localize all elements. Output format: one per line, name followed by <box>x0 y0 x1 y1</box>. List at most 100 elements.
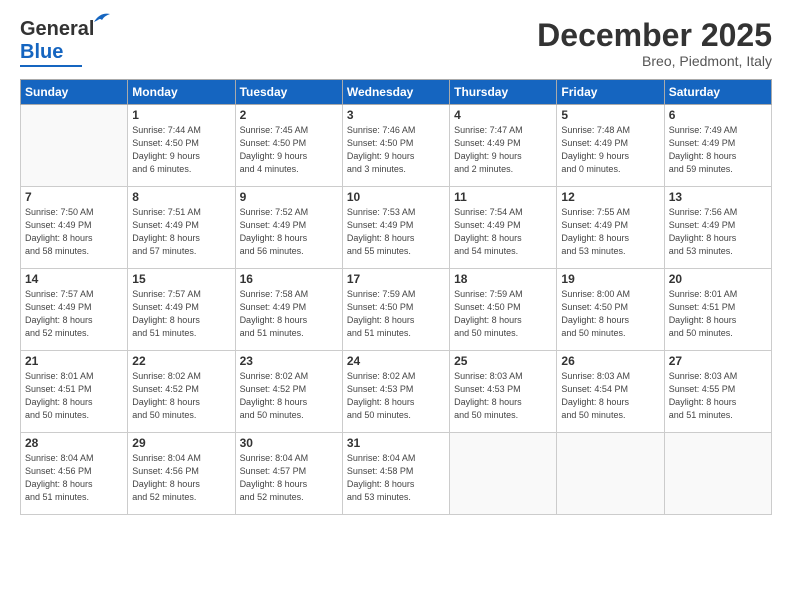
table-row: 20 Sunrise: 8:01 AMSunset: 4:51 PMDayligh… <box>664 269 771 351</box>
table-row: 31 Sunrise: 8:04 AMSunset: 4:58 PMDayligh… <box>342 433 449 515</box>
day-detail: Sunrise: 8:02 AMSunset: 4:52 PMDaylight:… <box>240 370 338 422</box>
day-detail: Sunrise: 8:02 AMSunset: 4:52 PMDaylight:… <box>132 370 230 422</box>
table-row: 12Sunrise: 7:55 AMSunset: 4:49 PMDayligh… <box>557 187 664 269</box>
col-sunday: Sunday <box>21 80 128 105</box>
table-row: 4 Sunrise: 7:47 AMSunset: 4:49 PMDaylight… <box>450 105 557 187</box>
table-row: 30 Sunrise: 8:04 AMSunset: 4:57 PMDayligh… <box>235 433 342 515</box>
day-number: 4 <box>454 108 552 122</box>
logo-blue-text: Blue <box>20 41 63 64</box>
table-row: 21Sunrise: 8:01 AMSunset: 4:51 PMDayligh… <box>21 351 128 433</box>
table-row: 17Sunrise: 7:59 AMSunset: 4:50 PMDayligh… <box>342 269 449 351</box>
day-number: 26 <box>561 354 659 368</box>
table-row: 28Sunrise: 8:04 AMSunset: 4:56 PMDayligh… <box>21 433 128 515</box>
table-row: 3 Sunrise: 7:46 AMSunset: 4:50 PMDaylight… <box>342 105 449 187</box>
calendar-header-row: Sunday Monday Tuesday Wednesday Thursday… <box>21 80 772 105</box>
table-row: 24Sunrise: 8:02 AMSunset: 4:53 PMDayligh… <box>342 351 449 433</box>
day-detail: Sunrise: 7:53 AMSunset: 4:49 PMDaylight:… <box>347 206 445 258</box>
calendar-week-row: 28Sunrise: 8:04 AMSunset: 4:56 PMDayligh… <box>21 433 772 515</box>
table-row <box>450 433 557 515</box>
day-detail: Sunrise: 7:54 AMSunset: 4:49 PMDaylight:… <box>454 206 552 258</box>
day-number: 5 <box>561 108 659 122</box>
day-detail: Sunrise: 7:55 AMSunset: 4:49 PMDaylight:… <box>561 206 659 258</box>
table-row: 19Sunrise: 8:00 AMSunset: 4:50 PMDayligh… <box>557 269 664 351</box>
day-detail: Sunrise: 7:58 AMSunset: 4:49 PMDaylight:… <box>240 288 338 340</box>
title-block: December 2025 Breo, Piedmont, Italy <box>537 18 772 69</box>
day-number: 31 <box>347 436 445 450</box>
table-row: 1 Sunrise: 7:44 AMSunset: 4:50 PMDaylight… <box>128 105 235 187</box>
day-number: 28 <box>25 436 123 450</box>
table-row: 6 Sunrise: 7:49 AMSunset: 4:49 PMDaylight… <box>664 105 771 187</box>
day-number: 9 <box>240 190 338 204</box>
table-row: 26 Sunrise: 8:03 AMSunset: 4:54 PMDayligh… <box>557 351 664 433</box>
logo: General Blue <box>20 18 94 67</box>
table-row: 8 Sunrise: 7:51 AMSunset: 4:49 PMDaylight… <box>128 187 235 269</box>
day-detail: Sunrise: 7:45 AMSunset: 4:50 PMDaylight:… <box>240 124 338 176</box>
day-detail: Sunrise: 8:03 AMSunset: 4:54 PMDaylight:… <box>561 370 659 422</box>
day-number: 18 <box>454 272 552 286</box>
day-detail: Sunrise: 7:46 AMSunset: 4:50 PMDaylight:… <box>347 124 445 176</box>
logo-underline <box>20 65 82 67</box>
day-number: 10 <box>347 190 445 204</box>
day-detail: Sunrise: 7:47 AMSunset: 4:49 PMDaylight:… <box>454 124 552 176</box>
location-subtitle: Breo, Piedmont, Italy <box>537 53 772 69</box>
day-number: 14 <box>25 272 123 286</box>
day-number: 6 <box>669 108 767 122</box>
day-number: 17 <box>347 272 445 286</box>
day-detail: Sunrise: 7:48 AMSunset: 4:49 PMDaylight:… <box>561 124 659 176</box>
day-number: 29 <box>132 436 230 450</box>
calendar-week-row: 14 Sunrise: 7:57 AMSunset: 4:49 PMDayligh… <box>21 269 772 351</box>
day-detail: Sunrise: 8:04 AMSunset: 4:58 PMDaylight:… <box>347 452 445 504</box>
table-row: 23 Sunrise: 8:02 AMSunset: 4:52 PMDayligh… <box>235 351 342 433</box>
day-number: 8 <box>132 190 230 204</box>
day-number: 25 <box>454 354 552 368</box>
table-row: 2 Sunrise: 7:45 AMSunset: 4:50 PMDaylight… <box>235 105 342 187</box>
table-row: 10 Sunrise: 7:53 AMSunset: 4:49 PMDayligh… <box>342 187 449 269</box>
day-detail: Sunrise: 7:59 AMSunset: 4:50 PMDaylight:… <box>454 288 552 340</box>
day-detail: Sunrise: 7:52 AMSunset: 4:49 PMDaylight:… <box>240 206 338 258</box>
day-detail: Sunrise: 7:57 AMSunset: 4:49 PMDaylight:… <box>25 288 123 340</box>
day-number: 19 <box>561 272 659 286</box>
table-row: 15Sunrise: 7:57 AMSunset: 4:49 PMDayligh… <box>128 269 235 351</box>
table-row: 7 Sunrise: 7:50 AMSunset: 4:49 PMDaylight… <box>21 187 128 269</box>
table-row: 18 Sunrise: 7:59 AMSunset: 4:50 PMDayligh… <box>450 269 557 351</box>
day-number: 16 <box>240 272 338 286</box>
table-row: 13 Sunrise: 7:56 AMSunset: 4:49 PMDayligh… <box>664 187 771 269</box>
col-tuesday: Tuesday <box>235 80 342 105</box>
month-title: December 2025 <box>537 18 772 53</box>
table-row <box>664 433 771 515</box>
day-number: 7 <box>25 190 123 204</box>
day-detail: Sunrise: 7:50 AMSunset: 4:49 PMDaylight:… <box>25 206 123 258</box>
day-number: 30 <box>240 436 338 450</box>
day-detail: Sunrise: 7:49 AMSunset: 4:49 PMDaylight:… <box>669 124 767 176</box>
day-number: 27 <box>669 354 767 368</box>
day-number: 20 <box>669 272 767 286</box>
day-number: 13 <box>669 190 767 204</box>
day-detail: Sunrise: 7:44 AMSunset: 4:50 PMDaylight:… <box>132 124 230 176</box>
table-row: 27Sunrise: 8:03 AMSunset: 4:55 PMDayligh… <box>664 351 771 433</box>
day-number: 3 <box>347 108 445 122</box>
day-detail: Sunrise: 7:51 AMSunset: 4:49 PMDaylight:… <box>132 206 230 258</box>
page: General Blue December 2025 Breo, Piedmon… <box>0 0 792 612</box>
table-row <box>21 105 128 187</box>
header: General Blue December 2025 Breo, Piedmon… <box>20 18 772 69</box>
col-saturday: Saturday <box>664 80 771 105</box>
day-detail: Sunrise: 7:56 AMSunset: 4:49 PMDaylight:… <box>669 206 767 258</box>
day-number: 24 <box>347 354 445 368</box>
table-row <box>557 433 664 515</box>
day-number: 1 <box>132 108 230 122</box>
calendar-week-row: 1 Sunrise: 7:44 AMSunset: 4:50 PMDaylight… <box>21 105 772 187</box>
col-wednesday: Wednesday <box>342 80 449 105</box>
table-row: 29Sunrise: 8:04 AMSunset: 4:56 PMDayligh… <box>128 433 235 515</box>
logo-bird-icon <box>92 10 112 26</box>
day-number: 11 <box>454 190 552 204</box>
day-detail: Sunrise: 8:04 AMSunset: 4:57 PMDaylight:… <box>240 452 338 504</box>
table-row: 11 Sunrise: 7:54 AMSunset: 4:49 PMDayligh… <box>450 187 557 269</box>
calendar-table: Sunday Monday Tuesday Wednesday Thursday… <box>20 79 772 515</box>
logo-general-text: General <box>20 18 94 40</box>
day-detail: Sunrise: 8:01 AMSunset: 4:51 PMDaylight:… <box>669 288 767 340</box>
day-number: 2 <box>240 108 338 122</box>
table-row: 22Sunrise: 8:02 AMSunset: 4:52 PMDayligh… <box>128 351 235 433</box>
col-friday: Friday <box>557 80 664 105</box>
day-detail: Sunrise: 8:01 AMSunset: 4:51 PMDaylight:… <box>25 370 123 422</box>
day-number: 23 <box>240 354 338 368</box>
